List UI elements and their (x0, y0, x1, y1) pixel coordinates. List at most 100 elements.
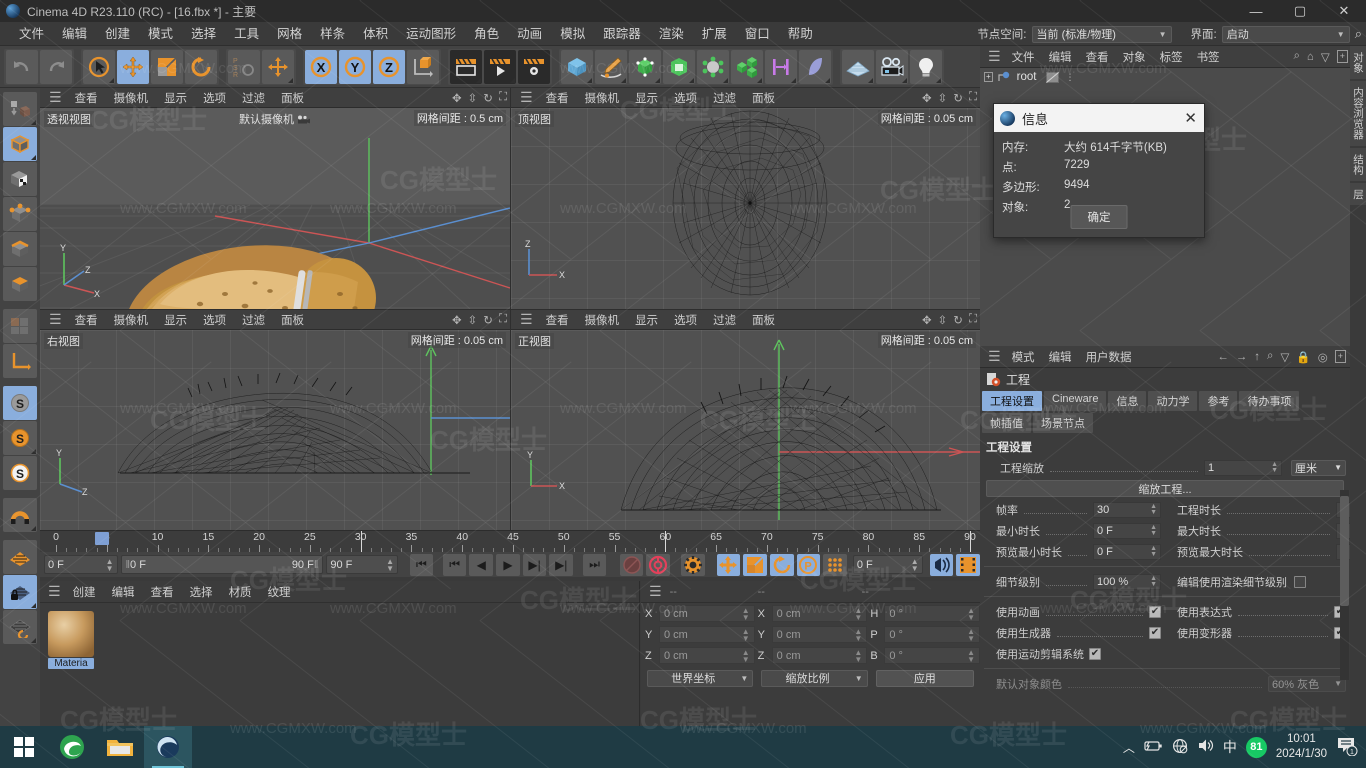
min-time-field[interactable]: 0 F ▲ ▼ (1093, 522, 1161, 539)
magnet-tool-button[interactable] (3, 498, 37, 532)
add-character-button[interactable] (765, 49, 797, 84)
zoom-icon[interactable]: ⇳ (938, 91, 948, 105)
menu-item-spline[interactable]: 样条 (311, 22, 354, 46)
psr-tool-button[interactable]: PSR (228, 49, 260, 84)
obj-menu-bookmark[interactable]: 书签 (1190, 49, 1227, 65)
up-icon[interactable]: ↑ (1254, 351, 1260, 363)
menu-item-window[interactable]: 窗口 (736, 22, 779, 46)
file-explorer-icon[interactable] (96, 726, 144, 768)
mat-menu-select[interactable]: 选择 (182, 584, 221, 600)
close-button[interactable]: ✕ (1322, 0, 1366, 22)
add-floor-button[interactable] (842, 49, 874, 84)
hamburger-icon[interactable]: ☰ (515, 89, 538, 106)
point-mode-button[interactable] (3, 197, 37, 231)
redo-button[interactable] (40, 49, 72, 84)
sound-playback-button[interactable] (929, 553, 954, 576)
key-position-button[interactable] (716, 553, 741, 576)
mat-menu-edit[interactable]: 编辑 (104, 584, 143, 600)
hamburger-icon[interactable]: ☰ (515, 311, 538, 328)
world-object-coordinate-button[interactable] (407, 49, 439, 84)
pan-icon[interactable]: ✥ (452, 313, 462, 327)
step-back-button[interactable]: ◀ (469, 553, 494, 576)
timeline-ruler[interactable]: 051015202530354045505560657075808590 (40, 530, 980, 552)
previous-key-button[interactable]: ⏮ (442, 553, 467, 576)
tab-scene-nodes[interactable]: 场景节点 (1033, 413, 1093, 433)
project-scale-unit-dropdown[interactable]: 厘米 ▼ (1291, 459, 1346, 476)
add-camera-button[interactable] (876, 49, 908, 84)
attr-menu-mode[interactable]: 模式 (1005, 349, 1042, 365)
render-settings-button[interactable] (518, 49, 550, 84)
viewport-perspective[interactable]: ☰ 查看 摄像机 显示 选项 过滤 面板 ✥ ⇳ ↻ ⛶ 透视视图 默认摄像机 … (40, 88, 510, 309)
vp3-menu-options[interactable]: 选项 (666, 312, 705, 328)
home-icon[interactable]: ⌂ (1307, 51, 1314, 63)
obj-menu-edit[interactable]: 编辑 (1042, 49, 1079, 65)
tab-todo[interactable]: 待办事项 (1239, 391, 1300, 411)
key-scale-button[interactable] (743, 553, 767, 576)
move-tool-button[interactable] (117, 49, 149, 84)
add-dynamics-button[interactable] (799, 49, 831, 84)
size-x-field[interactable]: 0 cm ▲ ▼ (771, 605, 868, 622)
info-dialog-ok-button[interactable]: 确定 (1070, 205, 1128, 229)
search-icon[interactable]: ⌕ (1267, 350, 1273, 363)
hamburger-icon[interactable]: ☰ (44, 311, 67, 328)
rot-b-field[interactable]: 0 ° ▲ ▼ (884, 647, 981, 664)
right-frame-field[interactable]: 0 F ▲ ▼ (852, 555, 923, 574)
tab-dynamics[interactable]: 动力学 (1148, 391, 1198, 411)
vp1-menu-view[interactable]: 查看 (538, 90, 577, 106)
rotate-tool-button[interactable] (185, 49, 217, 84)
maximize-viewport-icon[interactable]: ⛶ (499, 91, 507, 104)
obj-menu-file[interactable]: 文件 (1005, 49, 1042, 65)
zoom-icon[interactable]: ⇳ (938, 313, 948, 327)
viewport-front[interactable]: ☰ 查看 摄像机 显示 选项 过滤 面板 ✥ ⇳ ↻ ⛶ 正视图 网格间距 : … (511, 310, 980, 530)
framerate-field[interactable]: 30 ▲ ▼ (1093, 501, 1161, 518)
vp3-menu-filter[interactable]: 过滤 (705, 312, 744, 328)
maximize-viewport-icon[interactable]: ⛶ (499, 313, 507, 326)
vtab-layers[interactable]: 层 (1350, 182, 1366, 205)
hamburger-icon[interactable]: ☰ (984, 348, 1005, 365)
attribute-scrollbar-thumb[interactable] (1340, 496, 1349, 606)
rotate-icon[interactable]: ↻ (953, 313, 963, 327)
lod-field[interactable]: 100 % ▲ ▼ (1093, 573, 1161, 590)
target-icon[interactable]: ◎ (1318, 350, 1328, 364)
back-icon[interactable]: ← (1217, 351, 1229, 363)
vp1-menu-options[interactable]: 选项 (666, 90, 705, 106)
pos-z-field[interactable]: 0 cm ▲ ▼ (659, 647, 755, 664)
rot-p-field[interactable]: 0 ° ▲ ▼ (884, 626, 981, 643)
menu-item-select[interactable]: 选择 (182, 22, 225, 46)
volume-icon[interactable] (1197, 738, 1214, 756)
mat-menu-texture[interactable]: 纹理 (260, 584, 299, 600)
use-motion-clip-checkbox[interactable]: ✔ (1089, 647, 1101, 660)
viewport-solo-button[interactable] (3, 309, 37, 343)
move-axis-button[interactable] (262, 49, 294, 84)
windows-start-icon[interactable] (0, 726, 48, 768)
vtab-objects[interactable]: 对象 (1350, 46, 1366, 79)
play-button[interactable]: ▶ (496, 553, 520, 576)
vtab-structure[interactable]: 结构 (1350, 147, 1366, 181)
hamburger-icon[interactable]: ☰ (44, 89, 67, 106)
rotate-icon[interactable]: ↻ (483, 91, 493, 105)
project-scale-field[interactable]: 1 ▲ ▼ (1204, 459, 1282, 476)
record-active-objects-button[interactable] (619, 553, 644, 576)
menu-item-volume[interactable]: 体积 (354, 22, 397, 46)
menu-item-extensions[interactable]: 扩展 (693, 22, 736, 46)
add-icon[interactable]: + (1336, 50, 1348, 63)
vp1-menu-camera[interactable]: 摄像机 (577, 90, 628, 106)
battery-icon[interactable] (1144, 739, 1163, 755)
maximize-viewport-icon[interactable]: ⛶ (969, 91, 977, 104)
tab-info[interactable]: 信息 (1108, 391, 1147, 411)
key-pla-button[interactable] (823, 553, 847, 576)
vp0-menu-camera[interactable]: 摄像机 (106, 90, 157, 106)
add-light-button[interactable] (910, 49, 942, 84)
lock-y-axis-button[interactable]: Y (339, 49, 371, 84)
vp2-menu-view[interactable]: 查看 (67, 312, 106, 328)
scale-tool-button[interactable] (151, 49, 183, 84)
snap-enable-button[interactable]: S (3, 386, 37, 420)
obj-menu-tag[interactable]: 标签 (1153, 49, 1190, 65)
menu-item-edit[interactable]: 编辑 (53, 22, 96, 46)
menu-item-mograph[interactable]: 运动图形 (397, 22, 465, 46)
workplane-lock-button[interactable] (3, 575, 37, 609)
render-lod-checkbox[interactable] (1294, 575, 1306, 588)
tab-project-settings[interactable]: 工程设置 (982, 391, 1042, 411)
preview-range-field[interactable]: ‖ 0 F 90 F ‖ (120, 555, 324, 574)
pos-y-field[interactable]: 0 cm ▲ ▼ (659, 626, 755, 643)
